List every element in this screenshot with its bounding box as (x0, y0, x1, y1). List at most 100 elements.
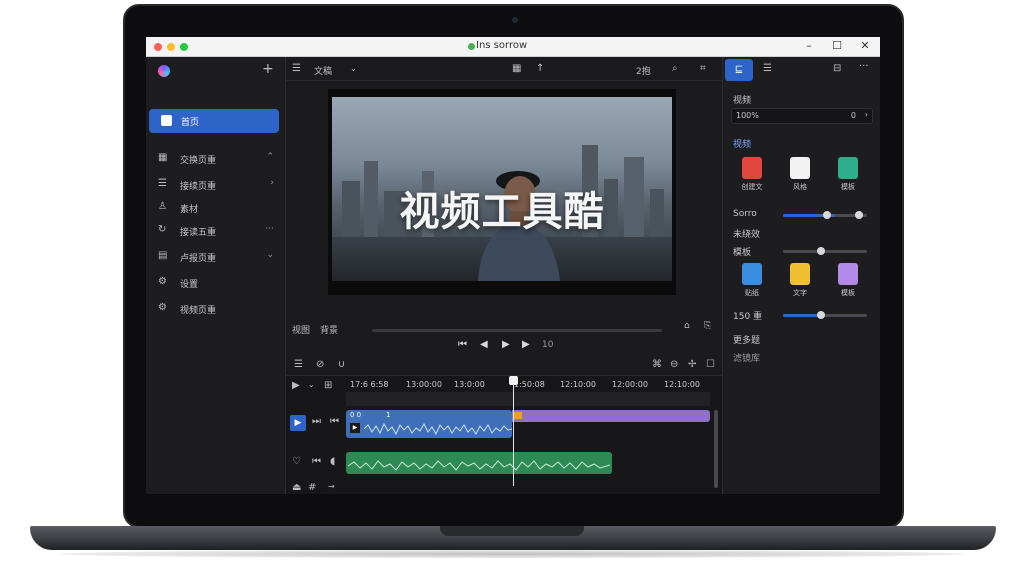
timeline-tools: ☰ ⊘ ∪ ⌘ ⊖ ✢ ☐ (286, 357, 722, 375)
list-icon[interactable]: ☰ (763, 63, 772, 74)
empty-track[interactable] (346, 392, 710, 406)
magnet-icon[interactable]: ∪ (338, 359, 345, 370)
zoom-level[interactable]: 2抱 (636, 64, 651, 77)
zoom-traffic-light[interactable] (180, 43, 188, 51)
effect-item[interactable]: 文字 (785, 263, 815, 298)
slider-a[interactable] (783, 211, 867, 219)
timeline-ruler[interactable]: 17:6 6:58 13:00:00 13:0:00 1:50:08 12:10… (346, 378, 716, 392)
arrow-right-icon[interactable]: → (328, 482, 335, 491)
effect-item[interactable]: 创建文 (737, 157, 767, 192)
grid-icon[interactable]: # (308, 482, 316, 493)
preview-scrubber[interactable] (372, 329, 662, 332)
sidebar-item-video[interactable]: ⚙ 视频页重 (158, 299, 278, 319)
app-window: Ins sorrow – ☐ ✕ + 首页 ▦ 交换页重 ⌃ ☰ 接续页重 › … (146, 37, 880, 494)
save-icon[interactable]: ⎘ (704, 321, 711, 331)
slider-knob[interactable] (823, 211, 831, 219)
scale-field[interactable]: 100% 0 › (731, 108, 873, 124)
track-skip-icon[interactable]: ⏮ (312, 456, 321, 467)
audio-clip[interactable] (346, 452, 612, 474)
gear-icon: ⚙ (158, 276, 167, 287)
more-icon[interactable]: ··· (859, 61, 869, 72)
chevron-right-icon: › (270, 178, 274, 188)
playhead-handle[interactable] (509, 376, 518, 385)
effect-item[interactable]: 模板 (833, 263, 863, 298)
audio-mute-icon[interactable]: ◖ (330, 456, 335, 467)
sidebar-item-assets[interactable]: ♙ 素材 (158, 198, 278, 218)
effect-label: 贴纸 (745, 289, 759, 297)
overlay-clip[interactable] (512, 410, 710, 422)
video-preview[interactable]: 视频工具酷 (328, 89, 676, 295)
maximize-icon[interactable]: ☐ (830, 39, 844, 52)
effect-item[interactable]: 风格 (785, 157, 815, 192)
grid-view-icon[interactable]: ▦ (512, 63, 521, 74)
ruler-mark: 12:10:00 (560, 380, 596, 389)
view-label[interactable]: 视图 (292, 323, 310, 336)
marker-icon[interactable] (514, 412, 522, 419)
sidebar-item-report[interactable]: ▤ 卢报页重 ⌄ (158, 247, 278, 267)
sidebar-item-read[interactable]: ↻ 接读五重 ··· (158, 221, 278, 241)
step-forward-icon[interactable]: ▶ (522, 339, 530, 350)
close-icon[interactable]: ✕ (858, 39, 872, 52)
sidebar-item-continue[interactable]: ☰ 接续页重 › (158, 175, 278, 195)
export-icon[interactable]: ⊟ (833, 63, 841, 74)
link-icon[interactable]: ⊖ (670, 359, 678, 370)
split-icon[interactable]: ⊘ (316, 359, 324, 370)
editor-center: ☰ 文稿 ⌄ ▦ ↑ 2抱 ⌕ ⌗ 视频工具酷 视图 背景 ⌂ ⎘ ⏮ ◀ ▶ … (286, 57, 722, 494)
refresh-icon: ↻ (158, 224, 167, 235)
slider-c[interactable] (783, 311, 867, 319)
slider-knob[interactable] (817, 247, 825, 255)
chevron-down-icon[interactable]: ⌄ (350, 64, 357, 73)
slider-knob[interactable] (855, 211, 863, 219)
sidebar-item-swap[interactable]: ▦ 交换页重 ⌃ (158, 149, 278, 169)
add-icon[interactable]: + (262, 61, 274, 77)
timeline-panel: ▶ ⌄ ⊞ 17:6 6:58 13:00:00 13:0:00 1:50:08… (286, 375, 722, 494)
timeline-play-icon[interactable]: ▶ (292, 380, 300, 391)
track-mute-icon[interactable]: ⏮ (330, 416, 339, 427)
fullscreen-icon[interactable]: ☐ (706, 359, 715, 370)
chevron-down-icon[interactable]: ⌄ (308, 380, 315, 389)
close-traffic-light[interactable] (154, 43, 162, 51)
section-title: 视频 (733, 96, 752, 106)
vertical-scrollbar[interactable] (714, 410, 718, 488)
audio-waveform (348, 460, 610, 471)
editor-toolbar: ☰ 文稿 ⌄ ▦ ↑ 2抱 ⌕ ⌗ (286, 57, 722, 81)
slider-b[interactable] (783, 247, 867, 255)
slider-knob[interactable] (817, 311, 825, 319)
background-label[interactable]: 背景 (320, 323, 338, 336)
track-play-icon[interactable]: ▶ (290, 415, 306, 431)
sidebar-item-label: 卢报页重 (180, 254, 217, 264)
effect-item[interactable]: 贴纸 (737, 263, 767, 298)
play-icon[interactable]: ▶ (502, 339, 510, 350)
status-dot-icon (468, 43, 475, 50)
heart-icon[interactable]: ♡ (292, 456, 301, 467)
minimize-icon[interactable]: – (802, 39, 816, 52)
ruler-mark: 13:00:00 (406, 380, 442, 389)
effect-item[interactable]: 模板 (833, 157, 863, 192)
document-icon (742, 157, 762, 179)
camera-icon[interactable]: ⌂ (684, 321, 690, 331)
tab-inspector[interactable]: ⊑ (725, 59, 753, 81)
menu-icon[interactable]: ☰ (292, 63, 301, 74)
track-skip-icon[interactable]: ⏭ (312, 416, 321, 427)
sidebar-item-settings[interactable]: ⚙ 设置 (158, 273, 278, 293)
tools-icon[interactable]: ⊞ (324, 380, 332, 391)
sidebar-item-home[interactable]: 首页 (149, 109, 279, 133)
transport-controls: ⏮ ◀ ▶ ▶ 10 (458, 339, 568, 355)
sidebar-item-label: 交换页重 (180, 156, 217, 166)
playhead[interactable] (513, 380, 514, 486)
step-back-icon[interactable]: ◀ (480, 339, 488, 350)
fx-icon[interactable]: ✢ (688, 359, 696, 370)
gear-icon: ⚙ (158, 302, 167, 313)
upload-icon[interactable]: ↑ (536, 63, 544, 74)
file-menu[interactable]: 文稿 (314, 64, 332, 77)
minimize-traffic-light[interactable] (167, 43, 175, 51)
skip-back-icon[interactable]: ⏮ (458, 339, 467, 350)
transition-icon[interactable]: ⌘ (652, 359, 662, 370)
more-icon[interactable]: ··· (265, 224, 274, 234)
audio-icon[interactable]: ⏏ (292, 482, 301, 493)
video-overlay-title[interactable]: 视频工具酷 (332, 179, 672, 237)
crop-icon[interactable]: ⌗ (700, 63, 706, 74)
video-clip[interactable]: 0 0 1 ▶ (346, 410, 512, 438)
tracks-icon[interactable]: ☰ (294, 359, 303, 370)
search-icon[interactable]: ⌕ (672, 63, 678, 74)
